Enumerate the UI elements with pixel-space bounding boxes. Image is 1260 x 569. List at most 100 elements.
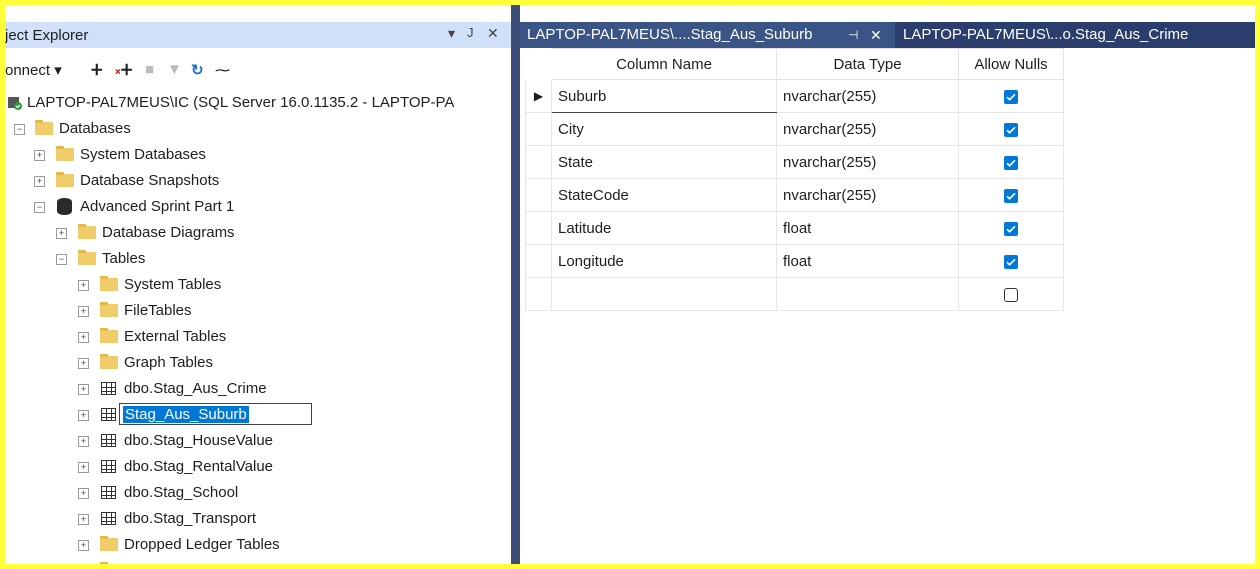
allow-nulls-cell [958,211,1064,245]
row-selector[interactable] [525,145,552,179]
filter-icon[interactable]: ▼ [167,61,182,78]
allow-nulls-checkbox-checked[interactable] [1004,188,1018,203]
row-selector[interactable] [525,277,552,311]
checkmark-icon [1006,93,1016,101]
allow-nulls-checkbox-checked[interactable] [1004,155,1018,170]
row-selector[interactable] [525,244,552,278]
expand-icon[interactable]: + [78,540,89,551]
tree-node-label: dbo.Stag_Transport [124,510,257,527]
expand-icon[interactable]: + [56,228,67,239]
tree-node-label: dbo.Stag_Aus_Crime [124,380,267,397]
tree-node-label: dbo.Stag_RentalValue [124,458,274,475]
table-icon [101,460,116,473]
expand-icon[interactable]: + [34,150,45,161]
allow-nulls-checkbox-checked[interactable] [1004,122,1018,137]
table-row[interactable] [525,277,1064,311]
data-type-cell[interactable] [776,277,959,311]
row-selector[interactable] [525,211,552,245]
connect-button[interactable]: onnect ▾ [5,61,62,79]
data-type-cell[interactable]: nvarchar(255) [776,79,959,113]
panel-splitter[interactable] [511,5,520,564]
data-type-cell[interactable]: nvarchar(255) [776,145,959,179]
row-header-corner [525,48,552,80]
allow-nulls-checkbox-unchecked[interactable] [1004,287,1018,302]
table-icon [101,382,116,395]
column-name-cell[interactable]: Suburb [551,79,777,113]
tab-stag-aus-crime[interactable]: LAPTOP-PAL7MEUS\...o.Stag_Aus_Crime [896,22,1226,48]
header-column-name: Column Name [551,48,777,80]
expand-icon[interactable]: + [78,358,89,369]
pin-icon[interactable]: ⊣ [848,22,858,48]
expand-icon[interactable]: + [78,488,89,499]
allow-nulls-checkbox-checked[interactable] [1004,254,1018,269]
close-icon[interactable]: ✕ [870,22,882,48]
allow-nulls-cell [958,145,1064,179]
rename-selected-text: Stag_Aus_Suburb [123,406,249,423]
checkmark-icon [1006,225,1016,233]
expand-icon[interactable]: + [78,332,89,343]
table-row[interactable]: Latitude float [525,211,1064,245]
connect-plug-icon[interactable]: ⵜ [91,61,103,79]
column-name-cell[interactable]: Longitude [551,244,777,278]
rename-input[interactable]: Stag_Aus_Suburb [119,403,312,425]
table-row[interactable]: Longitude float [525,244,1064,278]
row-selector[interactable] [525,112,552,146]
column-name-cell[interactable]: StateCode [551,178,777,212]
tree-node-label: dbo.Stag_School [124,484,239,501]
data-type-cell[interactable]: float [776,211,959,245]
allow-nulls-cell [958,277,1064,311]
allow-nulls-checkbox-checked[interactable] [1004,89,1018,104]
expand-icon[interactable]: + [78,436,89,447]
expand-icon[interactable]: + [34,176,45,187]
dropdown-icon[interactable]: ▾ [448,25,455,42]
data-type-cell[interactable]: nvarchar(255) [776,112,959,146]
expand-icon[interactable]: + [78,462,89,473]
tab-stag-aus-suburb[interactable]: LAPTOP-PAL7MEUS\....Stag_Aus_Suburb ⊣ ✕ [520,22,895,48]
expand-icon[interactable]: + [78,280,89,291]
activity-monitor-icon[interactable]: ⁓ [215,61,230,79]
object-explorer-toolbar: onnect ▾ ⵜ ×ⵜ ■ ▼ ↻ ⁓ [5,57,511,83]
folder-icon [100,354,118,369]
refresh-icon[interactable]: ↻ [191,61,204,79]
tree-node-label: Database Diagrams [102,224,235,241]
tree-node-table-renaming[interactable]: + Stag_Aus_Suburb [5,403,335,427]
table-row[interactable]: State nvarchar(255) [525,145,1064,179]
collapse-icon[interactable]: − [34,202,45,213]
tree-node-label: System Tables [124,276,222,293]
expand-icon[interactable]: + [78,384,89,395]
table-designer: Column Name Data Type Allow Nulls ▶ Subur… [520,48,1255,564]
allow-nulls-checkbox-checked[interactable] [1004,221,1018,236]
stop-icon[interactable]: ■ [145,61,154,78]
table-row[interactable]: City nvarchar(255) [525,112,1064,146]
column-name-cell[interactable]: State [551,145,777,179]
row-selector[interactable] [525,178,552,212]
column-name-cell[interactable]: City [551,112,777,146]
current-row-indicator[interactable]: ▶ [525,79,552,113]
header-data-type: Data Type [776,48,959,80]
disconnect-plug-icon[interactable]: ×ⵜ [115,61,132,79]
tree-node-label: dbo.Stag_HouseValue [124,432,274,449]
close-icon[interactable]: ✕ [487,25,499,42]
header-allow-nulls: Allow Nulls [958,48,1064,80]
collapse-icon[interactable]: − [14,124,25,135]
tree-node-label: Database Snapshots [80,172,220,189]
table-row[interactable]: ▶ Suburb nvarchar(255) [525,79,1064,113]
expand-icon[interactable]: + [78,410,89,421]
table-row[interactable]: StateCode nvarchar(255) [525,178,1064,212]
data-type-cell[interactable]: float [776,244,959,278]
collapse-icon[interactable]: − [56,254,67,265]
column-name-cell[interactable] [551,277,777,311]
folder-icon [78,250,96,265]
column-name-cell[interactable]: Latitude [551,211,777,245]
data-type-cell[interactable]: nvarchar(255) [776,178,959,212]
checkmark-icon [1006,159,1016,167]
allow-nulls-cell [958,244,1064,278]
expand-icon[interactable]: + [78,514,89,525]
checkmark-icon [1006,258,1016,266]
object-explorer-panel: ject Explorer ▾ J ✕ onnect ▾ ⵜ ×ⵜ ■ ▼ ↻ … [5,5,511,564]
pin-icon[interactable]: J [467,25,474,40]
checkmark-icon [1006,192,1016,200]
expand-icon[interactable]: + [78,306,89,317]
tree-node-label: Graph Tables [124,354,213,371]
checkmark-icon [1006,126,1016,134]
